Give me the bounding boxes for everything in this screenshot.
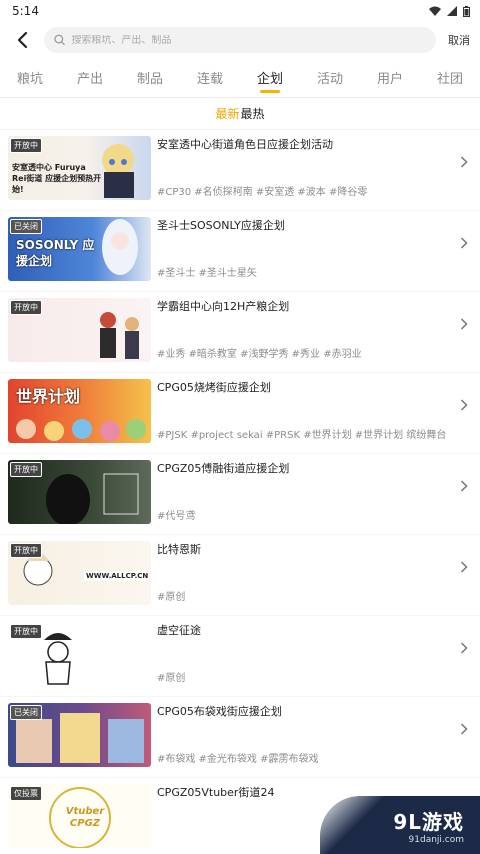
item-tags: #布袋戏 #金光布袋戏 #霹雳布袋戏 (157, 754, 319, 765)
tab-products[interactable]: 制品 (120, 58, 180, 97)
item-tags: #代号鸢 (157, 511, 196, 522)
list-item[interactable]: 开放中 虚空征途 #原创 (0, 616, 480, 697)
tab-output[interactable]: 产出 (60, 58, 120, 97)
item-thumbnail: 开放中 (8, 298, 151, 362)
item-thumbnail: 开放中 (8, 622, 151, 686)
item-thumbnail: 开放中 (8, 460, 151, 524)
item-thumbnail: 仅投票 Vtuber CPGZ (8, 784, 151, 848)
item-tags: #CP30 #名侦探柯南 #安室透 #波本 #降谷零 (157, 187, 368, 198)
wifi-icon (429, 6, 441, 16)
chevron-right-icon (460, 235, 472, 251)
item-thumbnail: 开放中 WWW.ALLCP.CN (8, 541, 151, 605)
status-badge: 开放中 (10, 543, 42, 558)
tab-grain-pit[interactable]: 粮坑 (0, 58, 60, 97)
status-badge: 开放中 (10, 462, 42, 477)
item-thumbnail: 已关闭 SOSONLY 应援企划 (8, 217, 151, 281)
tab-user[interactable]: 用户 (360, 58, 420, 97)
item-title: 比特恩斯 (157, 543, 201, 556)
back-button[interactable] (8, 26, 36, 54)
status-badge: 开放中 (10, 624, 42, 639)
chevron-right-icon (460, 721, 472, 737)
status-bar: 5:14 (0, 0, 480, 22)
tab-activity[interactable]: 活动 (300, 58, 360, 97)
item-tags: #圣斗士 #圣斗士星矢 (157, 268, 257, 279)
item-title: CPG05布袋戏街应援企划 (157, 705, 282, 718)
sort-hot-button[interactable]: 最热 (241, 105, 265, 122)
status-icons (429, 5, 470, 17)
item-title: 虚空征途 (157, 624, 201, 637)
item-title: 学霸组中心向12H产粮企划 (157, 300, 290, 313)
chevron-right-icon (460, 640, 472, 656)
search-row: 取消 (0, 24, 480, 56)
cancel-button[interactable]: 取消 (448, 32, 470, 48)
tab-serial[interactable]: 连载 (180, 58, 240, 97)
chevron-right-icon (460, 154, 472, 170)
thumbnail-caption: Vtuber CPGZ (65, 806, 105, 829)
chevron-right-icon (460, 478, 472, 494)
list-item[interactable]: 开放中 CPGZ05傅融街道应援企划 #代号鸢 (0, 454, 480, 535)
item-title: 圣斗士SOSONLY应援企划 (157, 219, 285, 232)
tab-project[interactable]: 企划 (240, 58, 300, 97)
status-badge: 已关闭 (10, 219, 42, 234)
site-watermark: 9L游戏 91danji.com (320, 796, 480, 854)
list-item[interactable]: 已关闭 CPG05布袋戏街应援企划 #布袋戏 #金光布袋戏 #霹雳布袋戏 (0, 697, 480, 778)
list-item[interactable]: 开放中 WWW.ALLCP.CN 比特恩斯 #原创 (0, 535, 480, 616)
item-title: 安室透中心街道角色日应援企划活动 (157, 138, 333, 151)
thumbnail-caption: 世界计划 (16, 387, 81, 406)
signal-icon (447, 6, 457, 16)
item-thumbnail: 世界计划 (8, 379, 151, 443)
status-badge: 仅投票 (10, 786, 42, 801)
thumbnail-caption: 安室透中心 Furuya Rei街道 应援企划预热开始! (12, 163, 102, 194)
item-tags: #原创 (157, 592, 186, 603)
search-box[interactable] (44, 27, 436, 53)
status-badge: 开放中 (10, 300, 42, 315)
status-time: 5:14 (12, 4, 39, 18)
chevron-right-icon (460, 397, 472, 413)
item-tags: #原创 (157, 673, 186, 684)
item-thumbnail: 开放中 安室透中心 Furuya Rei街道 应援企划预热开始! (8, 136, 151, 200)
battery-icon (463, 5, 470, 17)
thumbnail-caption: SOSONLY 应援企划 (16, 238, 95, 268)
status-badge: 已关闭 (10, 705, 42, 720)
back-arrow-icon (17, 31, 28, 49)
list-item[interactable]: 世界计划 CPG05烧烤街应援企划 #PJSK #project sekai #… (0, 373, 480, 454)
item-title: CPG05烧烤街应援企划 (157, 381, 271, 394)
tab-club[interactable]: 社团 (420, 58, 480, 97)
project-list: 开放中 安室透中心 Furuya Rei街道 应援企划预热开始! 安室透中心街道… (0, 130, 480, 854)
list-item[interactable]: 开放中 安室透中心 Furuya Rei街道 应援企划预热开始! 安室透中心街道… (0, 130, 480, 211)
sort-latest-button[interactable]: 最新 (215, 105, 239, 122)
list-item[interactable]: 开放中 学霸组中心向12H产粮企划 #业秀 #暗杀教室 #浅野学秀 #秀业 #赤… (0, 292, 480, 373)
search-icon (54, 34, 65, 46)
search-input[interactable] (71, 34, 426, 46)
list-item[interactable]: 已关闭 SOSONLY 应援企划 圣斗士SOSONLY应援企划 #圣斗士 #圣斗… (0, 211, 480, 292)
item-tags: #PJSK #project sekai #PRSK #世界计划 #世界计划 缤… (157, 430, 447, 441)
chevron-right-icon (460, 316, 472, 332)
item-tags: #业秀 #暗杀教室 #浅野学秀 #秀业 #赤羽业 (157, 349, 362, 360)
category-tabs: 粮坑 产出 制品 连载 企划 活动 用户 社团 (0, 58, 480, 98)
status-badge: 开放中 (10, 138, 42, 153)
watermark-logo-text: 9L游戏 (393, 809, 464, 834)
chevron-right-icon (460, 559, 472, 575)
sort-row: 最新 最热 (0, 98, 480, 130)
thumbnail-caption: WWW.ALLCP.CN (84, 571, 151, 581)
watermark-url: 91danji.com (408, 834, 464, 845)
item-thumbnail: 已关闭 (8, 703, 151, 767)
item-title: CPGZ05傅融街道应援企划 (157, 462, 290, 475)
